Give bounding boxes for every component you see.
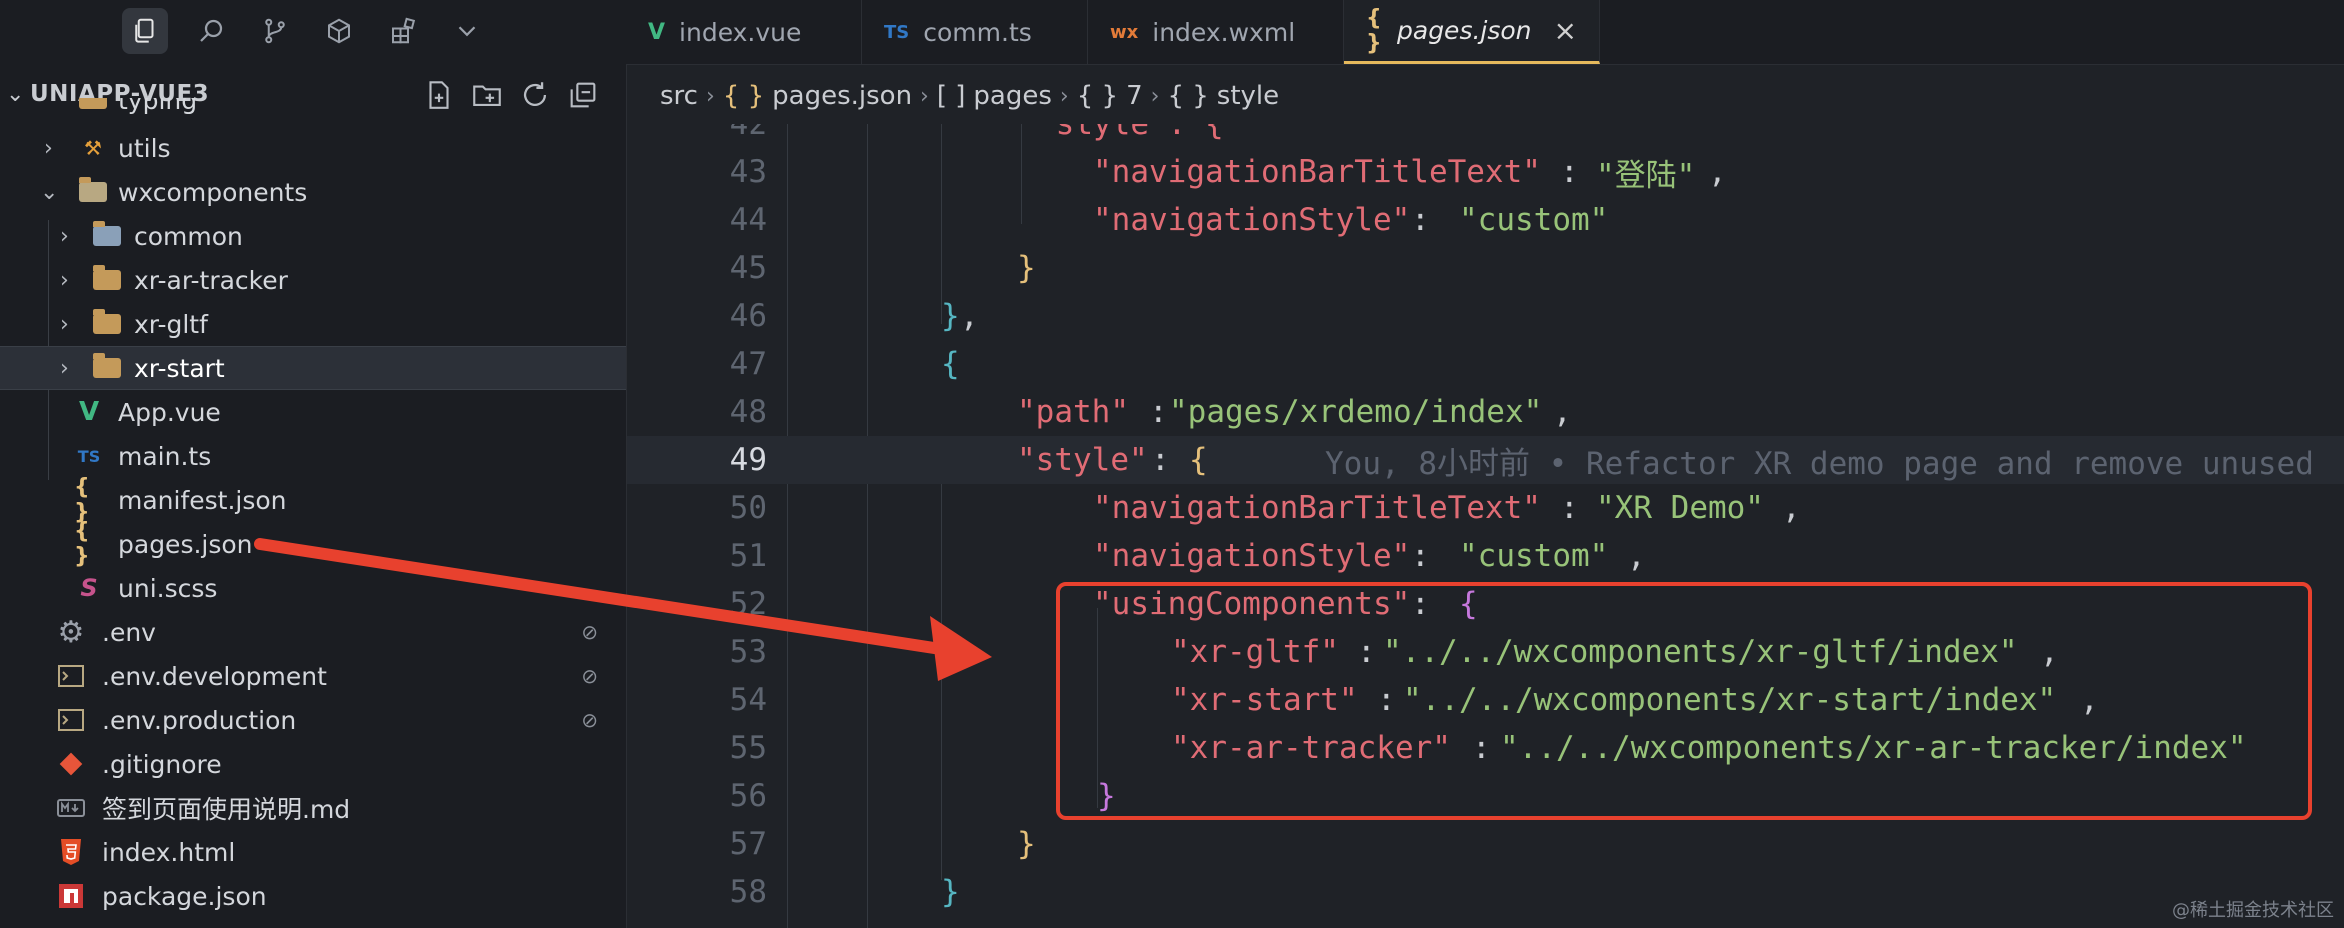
code-line: 47 { xyxy=(729,346,960,382)
json-icon: { } xyxy=(74,475,90,525)
tree-item-env-production[interactable]: .env.production ⊘ xyxy=(0,698,626,742)
extensions-icon[interactable] xyxy=(380,8,426,54)
tree-item-common[interactable]: › common xyxy=(0,214,626,258)
breadcrumb-index[interactable]: 7 xyxy=(1126,81,1143,111)
tree-item-readme-md[interactable]: 签到页面使用说明.md xyxy=(0,786,626,830)
chevron-down-icon[interactable] xyxy=(444,8,490,54)
code-line: 58 } xyxy=(729,874,960,910)
watermark: @稀土掘金技术社区 xyxy=(2172,900,2334,921)
tree-item-app-vue[interactable]: V App.vue xyxy=(0,390,626,434)
code-line: 43 "navigationBarTitleText" : "登陆" , xyxy=(729,154,1727,194)
code-line: 42 "style": { xyxy=(729,124,1224,142)
chevron-right-icon: › xyxy=(705,83,715,109)
ignored-badge: ⊘ xyxy=(581,620,598,644)
chevron-right-icon: › xyxy=(60,355,69,381)
object-icon: { } xyxy=(1076,81,1119,111)
tree-item-xr-start[interactable]: › xr-start xyxy=(0,346,626,390)
typescript-icon: TS xyxy=(77,446,101,466)
vue-icon: V xyxy=(648,19,666,45)
json-icon: { } xyxy=(1366,5,1382,56)
object-icon: { } xyxy=(1167,81,1209,111)
ignored-badge: ⊘ xyxy=(581,708,598,732)
npm-icon xyxy=(56,881,86,911)
top-bar: V index.vue TS comm.ts wx index.wxml { }… xyxy=(0,0,2344,65)
code-line: 57 } xyxy=(729,826,1036,862)
code-line: 51 "navigationStyle" : "custom" , xyxy=(729,538,1646,574)
tab-label: index.vue xyxy=(679,17,802,47)
source-control-icon[interactable] xyxy=(252,8,298,54)
breadcrumb-style[interactable]: style xyxy=(1217,81,1279,111)
array-icon: [ ] xyxy=(936,81,966,111)
tools-folder-icon: ⚒ xyxy=(84,136,102,160)
tree-item-wxcomponents[interactable]: ⌄ wxcomponents xyxy=(0,170,626,214)
html-icon xyxy=(56,837,86,867)
chevron-right-icon: › xyxy=(60,267,69,293)
tab-index-wxml[interactable]: wx index.wxml xyxy=(1088,0,1344,64)
terminal-icon xyxy=(56,661,86,691)
close-icon[interactable]: × xyxy=(1554,14,1577,47)
breadcrumb-pages[interactable]: pages xyxy=(973,81,1051,111)
chevron-right-icon: › xyxy=(1059,83,1069,109)
folder-icon xyxy=(92,353,122,383)
breadcrumb-file[interactable]: pages.json xyxy=(772,81,912,111)
gear-icon: ⚙ xyxy=(57,614,85,650)
chevron-right-icon: › xyxy=(1150,83,1160,109)
wechat-icon: wx xyxy=(1110,21,1139,43)
tree-item-index-html[interactable]: index.html xyxy=(0,830,626,874)
vue-icon: V xyxy=(78,397,100,427)
tab-index-vue[interactable]: V index.vue xyxy=(626,0,862,64)
annotation-highlight-box xyxy=(1056,582,2312,820)
markdown-icon xyxy=(56,793,86,823)
tab-label: index.wxml xyxy=(1152,17,1296,47)
folder-open-icon xyxy=(78,177,108,207)
tree-item-env[interactable]: ⚙ .env ⊘ xyxy=(0,610,626,654)
code-line: 44 "navigationStyle" : "custom" xyxy=(729,202,1609,238)
explorer-icon[interactable] xyxy=(122,8,168,54)
code-line: 46 }, xyxy=(729,298,979,334)
tree-item-env-development[interactable]: .env.development ⊘ xyxy=(0,654,626,698)
chevron-down-icon: ⌄ xyxy=(40,179,59,205)
tab-comm-ts[interactable]: TS comm.ts xyxy=(862,0,1088,64)
ignored-badge: ⊘ xyxy=(581,664,598,688)
tree-item-main-ts[interactable]: TS main.ts xyxy=(0,434,626,478)
explorer-sidebar: ⌄ UNIAPP-VUE3 › typing › ⚒ utils ⌄ wxcom… xyxy=(0,64,627,928)
chevron-right-icon: › xyxy=(60,223,69,249)
tree-item-package-json[interactable]: package.json xyxy=(0,874,626,918)
tab-label: comm.ts xyxy=(923,17,1032,47)
tree-item-xr-gltf[interactable]: › xr-gltf xyxy=(0,302,626,346)
chevron-right-icon: › xyxy=(920,83,929,109)
tree-item-pages-json[interactable]: { } pages.json xyxy=(0,519,626,569)
chevron-right-icon: › xyxy=(60,311,69,337)
tab-label: pages.json xyxy=(1397,16,1532,45)
tree-item-uni-scss[interactable]: S uni.scss xyxy=(0,566,626,610)
breadcrumb: src › { } pages.json › [ ] pages › { } 7… xyxy=(660,76,1279,116)
code-line: 48 "path" : "pages/xrdemo/index" , xyxy=(729,394,1572,430)
folder-icon xyxy=(92,265,122,295)
breadcrumb-src[interactable]: src xyxy=(660,81,698,111)
terminal-icon xyxy=(56,705,86,735)
tree-item-typing[interactable]: › typing xyxy=(0,98,626,124)
tree-item-xr-ar-tracker[interactable]: › xr-ar-tracker xyxy=(0,258,626,302)
json-icon: { } xyxy=(722,81,765,111)
git-blame-annotation: You, 8小时前 • Refactor XR demo page and re… xyxy=(1325,445,2314,482)
json-icon: { } xyxy=(74,519,90,569)
tree-item-manifest-json[interactable]: { } manifest.json xyxy=(0,475,626,525)
sass-icon: S xyxy=(80,574,98,602)
tree-item-gitignore[interactable]: .gitignore xyxy=(0,742,626,786)
git-icon xyxy=(56,749,86,779)
typescript-icon: TS xyxy=(884,21,910,43)
chevron-right-icon: › xyxy=(44,135,53,161)
folder-icon xyxy=(78,98,108,114)
folder-icon xyxy=(92,221,122,251)
search-icon[interactable] xyxy=(188,8,234,54)
folder-icon xyxy=(92,309,122,339)
code-line: 50 "navigationBarTitleText" : "XR Demo" … xyxy=(729,490,1801,526)
code-line-current: 49 "style" : { You, 8小时前 • Refactor XR d… xyxy=(627,436,2344,484)
tab-pages-json[interactable]: { } pages.json × xyxy=(1344,0,1600,64)
code-line: 45 } xyxy=(729,250,1036,286)
run-debug-icon[interactable] xyxy=(316,8,362,54)
tree-item-utils[interactable]: › ⚒ utils xyxy=(0,126,626,170)
